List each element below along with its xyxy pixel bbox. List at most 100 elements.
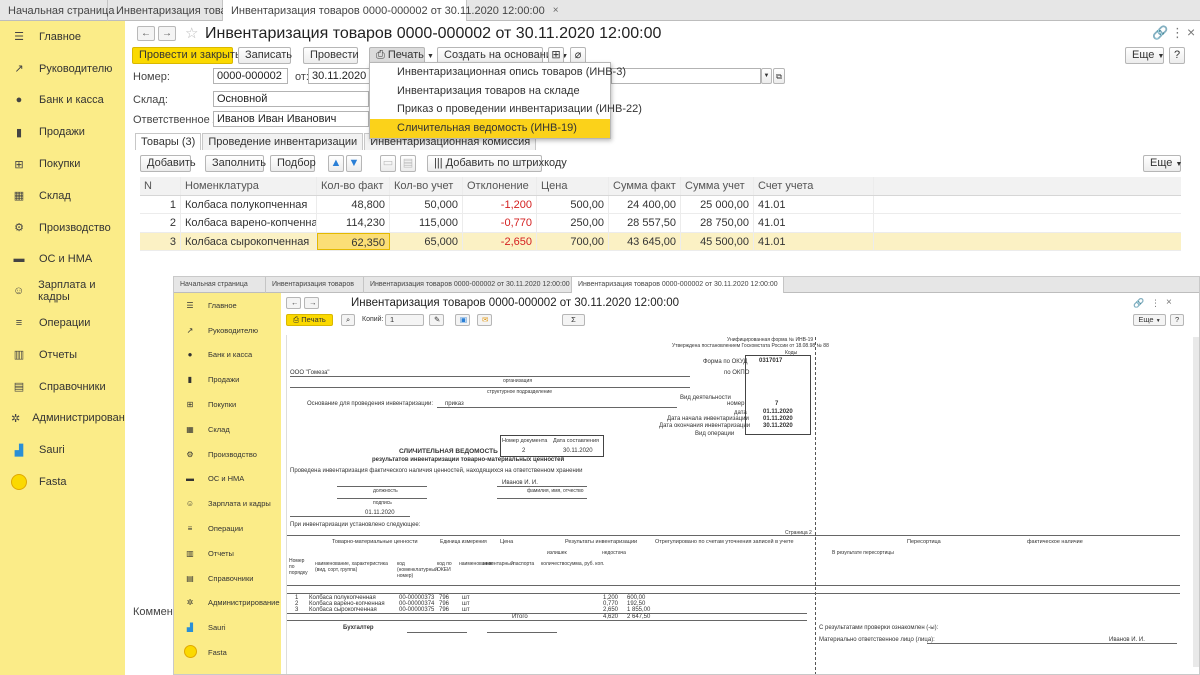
cell-account[interactable]: 41.01 [754, 195, 874, 213]
back-button[interactable]: ← [137, 26, 155, 41]
responsible-field[interactable]: Иванов Иван Иванович [213, 111, 369, 127]
sidebar-item-salary[interactable]: ☺ Зарплата и кадры [174, 491, 281, 516]
paste-icon[interactable]: ▤ [400, 155, 416, 172]
cell-price[interactable]: 500,00 [537, 195, 609, 213]
preview-icon[interactable]: ⌕ [341, 314, 355, 326]
sidebar-item-reports[interactable]: ▥ Отчеты [174, 541, 281, 566]
dropdown-icon[interactable]: ▼ [761, 68, 772, 84]
tab-inventory-document[interactable]: Инвентаризация товаров 0000-000002 от 30… [223, 0, 559, 21]
sidebar-item-purchases[interactable]: ⊞ Покупки [0, 148, 125, 180]
favorite-star-icon[interactable]: ☆ [185, 24, 198, 42]
add-row-button[interactable]: Добавить [140, 155, 196, 172]
tab-home[interactable]: Начальная страница [0, 0, 114, 21]
sidebar-item-reports[interactable]: ▥ Отчеты [0, 339, 125, 371]
column-header[interactable]: Цена [537, 177, 609, 195]
edit-icon[interactable]: ✎ [429, 314, 444, 326]
more-button[interactable]: Еще ▼ [1133, 314, 1166, 326]
sidebar-item-operations[interactable]: ≡ Операции [0, 307, 125, 339]
cell-account[interactable]: 41.01 [754, 214, 874, 232]
copies-stepper[interactable]: 1 [385, 314, 424, 326]
number-field[interactable]: 0000-000002 [213, 68, 288, 84]
cell-qty-fact[interactable]: 114,230 [317, 214, 390, 232]
table-more-button[interactable]: Еще ▼ [1143, 155, 1182, 172]
copy-icon[interactable]: ▭ [380, 155, 396, 172]
close-icon[interactable]: × [553, 1, 559, 21]
move-up-icon[interactable]: ▲ [328, 155, 344, 172]
table-row-selected[interactable]: 3 Колбаса сырокопченная 62,350 65,000 -2… [140, 232, 1181, 251]
cell-name[interactable]: Колбаса варено-копченная [181, 214, 317, 232]
barcode-button[interactable]: ||| Добавить по штрихкоду [427, 155, 567, 172]
post-button[interactable]: Провести [303, 47, 359, 64]
cell-name[interactable]: Колбаса сырокопченная [181, 232, 317, 250]
menu-dots-icon[interactable]: ⋮ [1171, 25, 1184, 41]
column-header[interactable]: Номенклатура [181, 177, 317, 195]
sidebar-item-sales[interactable]: ▮ Продажи [0, 116, 125, 148]
sidebar-item-manager[interactable]: ↗ Руководителю [174, 318, 281, 343]
tab-inventory-list[interactable]: Инвентаризация товаров [266, 277, 364, 293]
mail-icon[interactable]: ✉ [477, 314, 492, 326]
print-button[interactable]: ⎙ Печать [286, 314, 333, 326]
select-button[interactable]: Подбор [270, 155, 316, 172]
sidebar-item-production[interactable]: ⚙ Производство [174, 442, 281, 467]
cell-account[interactable]: 41.01 [754, 232, 874, 250]
help-button[interactable]: ? [1170, 314, 1184, 326]
sum-button[interactable]: Σ [562, 314, 585, 326]
save-button[interactable]: Записать [238, 47, 292, 64]
cell-name[interactable]: Колбаса полукопченная [181, 195, 317, 213]
link-icon[interactable]: 🔗 [1152, 25, 1168, 41]
column-header[interactable]: Кол-во учет [390, 177, 463, 195]
print-menu-item-inv3[interactable]: Инвентаризационная опись товаров (ИНВ-3) [370, 63, 626, 82]
move-down-icon[interactable]: ▼ [346, 155, 362, 172]
forward-button[interactable]: → [158, 26, 176, 41]
column-header[interactable]: N [140, 177, 181, 195]
sidebar-item-assets[interactable]: ▬ ОС и НМА [0, 244, 125, 276]
tab-inventory-process[interactable]: Проведение инвентаризации [202, 133, 364, 150]
sidebar-item-sauri[interactable]: ▟ Sauri [174, 615, 281, 640]
sidebar-item-warehouse[interactable]: ▦ Склад [174, 417, 281, 442]
sidebar-item-production[interactable]: ⚙ Производство [0, 212, 125, 244]
table-row[interactable]: 2 Колбаса варено-копченная 114,230 115,0… [140, 214, 1181, 233]
sidebar-item-main[interactable]: ☰ Главное [0, 21, 125, 53]
sidebar-item-assets[interactable]: ▬ ОС и НМА [174, 467, 281, 492]
date-field[interactable]: 30.11.2020 12:0 [308, 68, 370, 84]
sidebar-item-catalogs[interactable]: ▤ Справочники [0, 371, 125, 403]
tab-print-preview[interactable]: Инвентаризация товаров 0000-000002 от 30… [572, 277, 784, 293]
sidebar-item-purchases[interactable]: ⊞ Покупки [174, 392, 281, 417]
tab-inventory-list[interactable]: Инвентаризация товаров × [108, 0, 259, 21]
fill-button[interactable]: Заполнить ▼ [205, 155, 276, 172]
table-row[interactable]: 1 Колбаса полукопченная 48,800 50,000 -1… [140, 195, 1181, 214]
sidebar-item-warehouse[interactable]: ▦ Склад [0, 180, 125, 212]
open-icon[interactable]: ⧉ [773, 68, 785, 84]
link-icon[interactable]: 🔗 [1133, 298, 1144, 309]
sidebar-item-main[interactable]: ☰ Главное [174, 293, 281, 318]
cell-price[interactable]: 700,00 [537, 232, 609, 250]
tab-goods[interactable]: Товары (3) [135, 133, 202, 150]
warehouse-field[interactable]: Основной [213, 91, 369, 107]
cell-qty-fact[interactable]: 48,800 [317, 195, 390, 213]
column-header[interactable]: Сумма учет [681, 177, 754, 195]
sidebar-item-sales[interactable]: ▮ Продажи [174, 367, 281, 392]
sidebar-item-salary[interactable]: ☺ Зарплата и кадры [0, 275, 125, 307]
help-button[interactable]: ? [1169, 47, 1185, 64]
more-button[interactable]: Еще ▼ [1125, 47, 1164, 64]
column-header[interactable]: Отклонение [463, 177, 537, 195]
sidebar-item-sauri[interactable]: ▟ Sauri [0, 434, 125, 466]
sidebar-item-operations[interactable]: ≡ Операции [174, 516, 281, 541]
save-icon[interactable]: ▣ [455, 314, 470, 326]
print-menu-item-warehouse[interactable]: Инвентаризация товаров на складе [370, 82, 610, 101]
close-form-icon[interactable]: × [1187, 24, 1195, 40]
back-button[interactable]: ← [286, 297, 301, 309]
sidebar-item-catalogs[interactable]: ▤ Справочники [174, 566, 281, 591]
close-form-icon[interactable]: × [1166, 297, 1172, 308]
print-menu-item-inv22[interactable]: Приказ о проведении инвентаризации (ИНВ-… [370, 100, 642, 119]
vertical-scrollbar[interactable] [1193, 337, 1199, 667]
organization-field[interactable] [611, 68, 761, 84]
sidebar-item-admin[interactable]: ✲ Администрирование [0, 403, 137, 435]
sidebar-item-fasta[interactable]: Fasta [174, 640, 281, 665]
print-menu-item-inv19[interactable]: Сличительная ведомость (ИНВ-19) [370, 119, 610, 138]
cell-qty-fact[interactable]: 62,350 [317, 232, 390, 250]
sidebar-item-admin[interactable]: ✲ Администрирование [174, 591, 281, 616]
column-header[interactable]: Счет учета [754, 177, 874, 195]
sidebar-item-bank[interactable]: ● Банк и касса [0, 85, 125, 117]
forward-button[interactable]: → [304, 297, 319, 309]
